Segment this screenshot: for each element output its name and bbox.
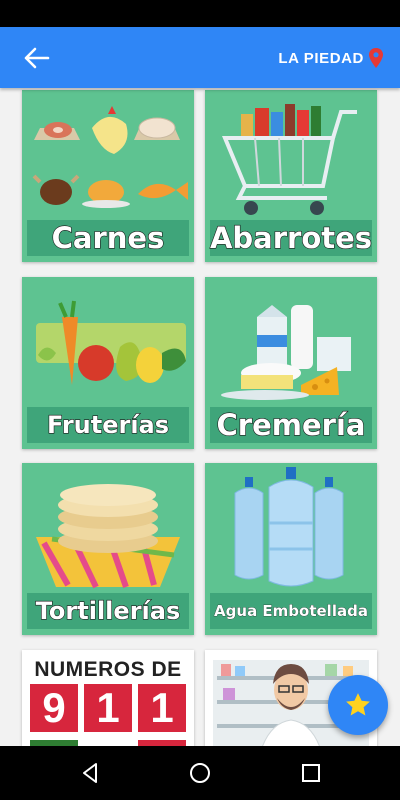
location-selector[interactable]: LA PIEDAD — [278, 47, 384, 69]
category-tile-cremeria[interactable]: Cremería — [205, 277, 377, 449]
category-tile-numeros-emergencia[interactable]: NUMEROS DE 9 1 1 — [22, 650, 194, 746]
category-label: Carnes — [27, 220, 189, 256]
star-icon — [346, 693, 370, 716]
number-digit: 1 — [84, 684, 132, 732]
category-label: Tortillerías — [27, 593, 189, 629]
category-label: Fruterías — [27, 407, 189, 443]
system-navigation-bar — [0, 746, 400, 800]
category-tile-abarrotes[interactable]: Abarrotes — [205, 90, 377, 262]
category-tile-agua-embotellada[interactable]: Agua Embotellada — [205, 463, 377, 635]
app-bar: LA PIEDAD — [0, 27, 400, 88]
location-label: LA PIEDAD — [278, 49, 364, 67]
nav-recents-button[interactable] — [297, 759, 325, 787]
nav-home-icon — [190, 763, 210, 783]
number-digit: 9 — [30, 684, 78, 732]
category-tile-tortillerias[interactable]: Tortillerías — [22, 463, 194, 635]
arrow-left-icon — [24, 47, 50, 69]
nav-back-icon — [83, 763, 97, 783]
category-tile-carnes[interactable]: Carnes — [22, 90, 194, 262]
fruits-illustration — [36, 300, 186, 385]
category-tile-fruterias[interactable]: Fruterías — [22, 277, 194, 449]
map-pin-icon — [369, 48, 383, 68]
nav-home-button[interactable] — [186, 759, 214, 787]
nav-recents-icon — [302, 764, 320, 782]
shopping-cart-illustration — [222, 104, 357, 215]
category-grid: Carnes Abarrotes Fruterías Cremería Tort… — [0, 88, 400, 746]
favorites-fab[interactable] — [328, 675, 388, 735]
category-label: Abarrotes — [209, 220, 373, 256]
nav-back-button[interactable] — [76, 759, 104, 787]
meats-illustration — [32, 106, 188, 208]
tortillas-illustration — [36, 484, 180, 589]
status-bar — [0, 0, 400, 27]
dairy-illustration — [221, 305, 351, 400]
tile-title: NUMEROS DE — [34, 658, 182, 681]
category-label: Cremería — [210, 407, 372, 443]
category-label: Agua Embotellada — [210, 593, 372, 629]
back-button[interactable] — [22, 45, 52, 71]
number-digit: 1 — [138, 684, 186, 732]
water-jugs-illustration — [234, 467, 344, 587]
